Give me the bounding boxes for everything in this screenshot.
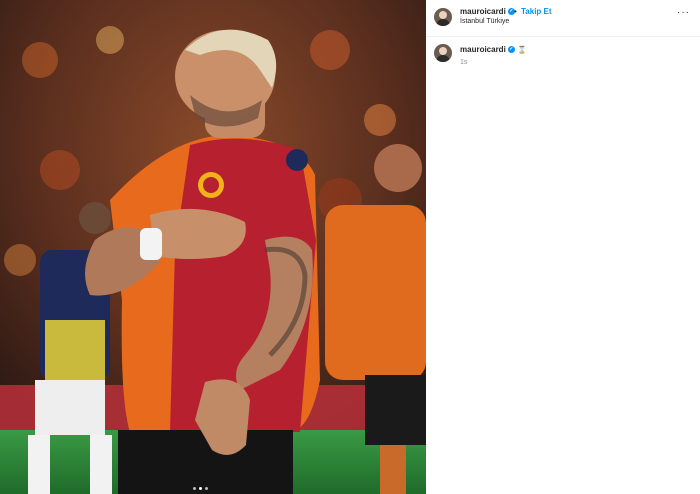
hourglass-emoji: ⌛: [517, 46, 527, 54]
football-player-photo: [0, 0, 426, 494]
avatar[interactable]: [434, 8, 452, 26]
caption-avatar[interactable]: [434, 44, 452, 62]
post-header: mauroicardi ✓ • Takip Et İstanbul Türkiye…: [426, 0, 700, 37]
carousel-indicator: [193, 487, 208, 490]
username-link[interactable]: mauroicardi ✓: [460, 7, 515, 16]
post-side-panel: mauroicardi ✓ • Takip Et İstanbul Türkiye…: [426, 0, 700, 494]
carousel-dot-active[interactable]: [199, 487, 202, 490]
timestamp[interactable]: 1s: [460, 59, 467, 66]
post-image[interactable]: [0, 0, 426, 494]
separator-dot: •: [514, 7, 517, 16]
caption-username[interactable]: mauroicardi ✓ ⌛: [460, 45, 527, 54]
username-text: mauroicardi: [460, 7, 506, 16]
follow-button[interactable]: Takip Et: [521, 7, 552, 16]
verified-badge-icon: ✓: [507, 46, 515, 54]
location-link[interactable]: İstanbul Türkiye: [460, 18, 509, 25]
more-options-icon[interactable]: ···: [677, 7, 690, 18]
carousel-dot[interactable]: [205, 487, 208, 490]
caption-username-text: mauroicardi: [460, 45, 506, 54]
carousel-dot[interactable]: [193, 487, 196, 490]
